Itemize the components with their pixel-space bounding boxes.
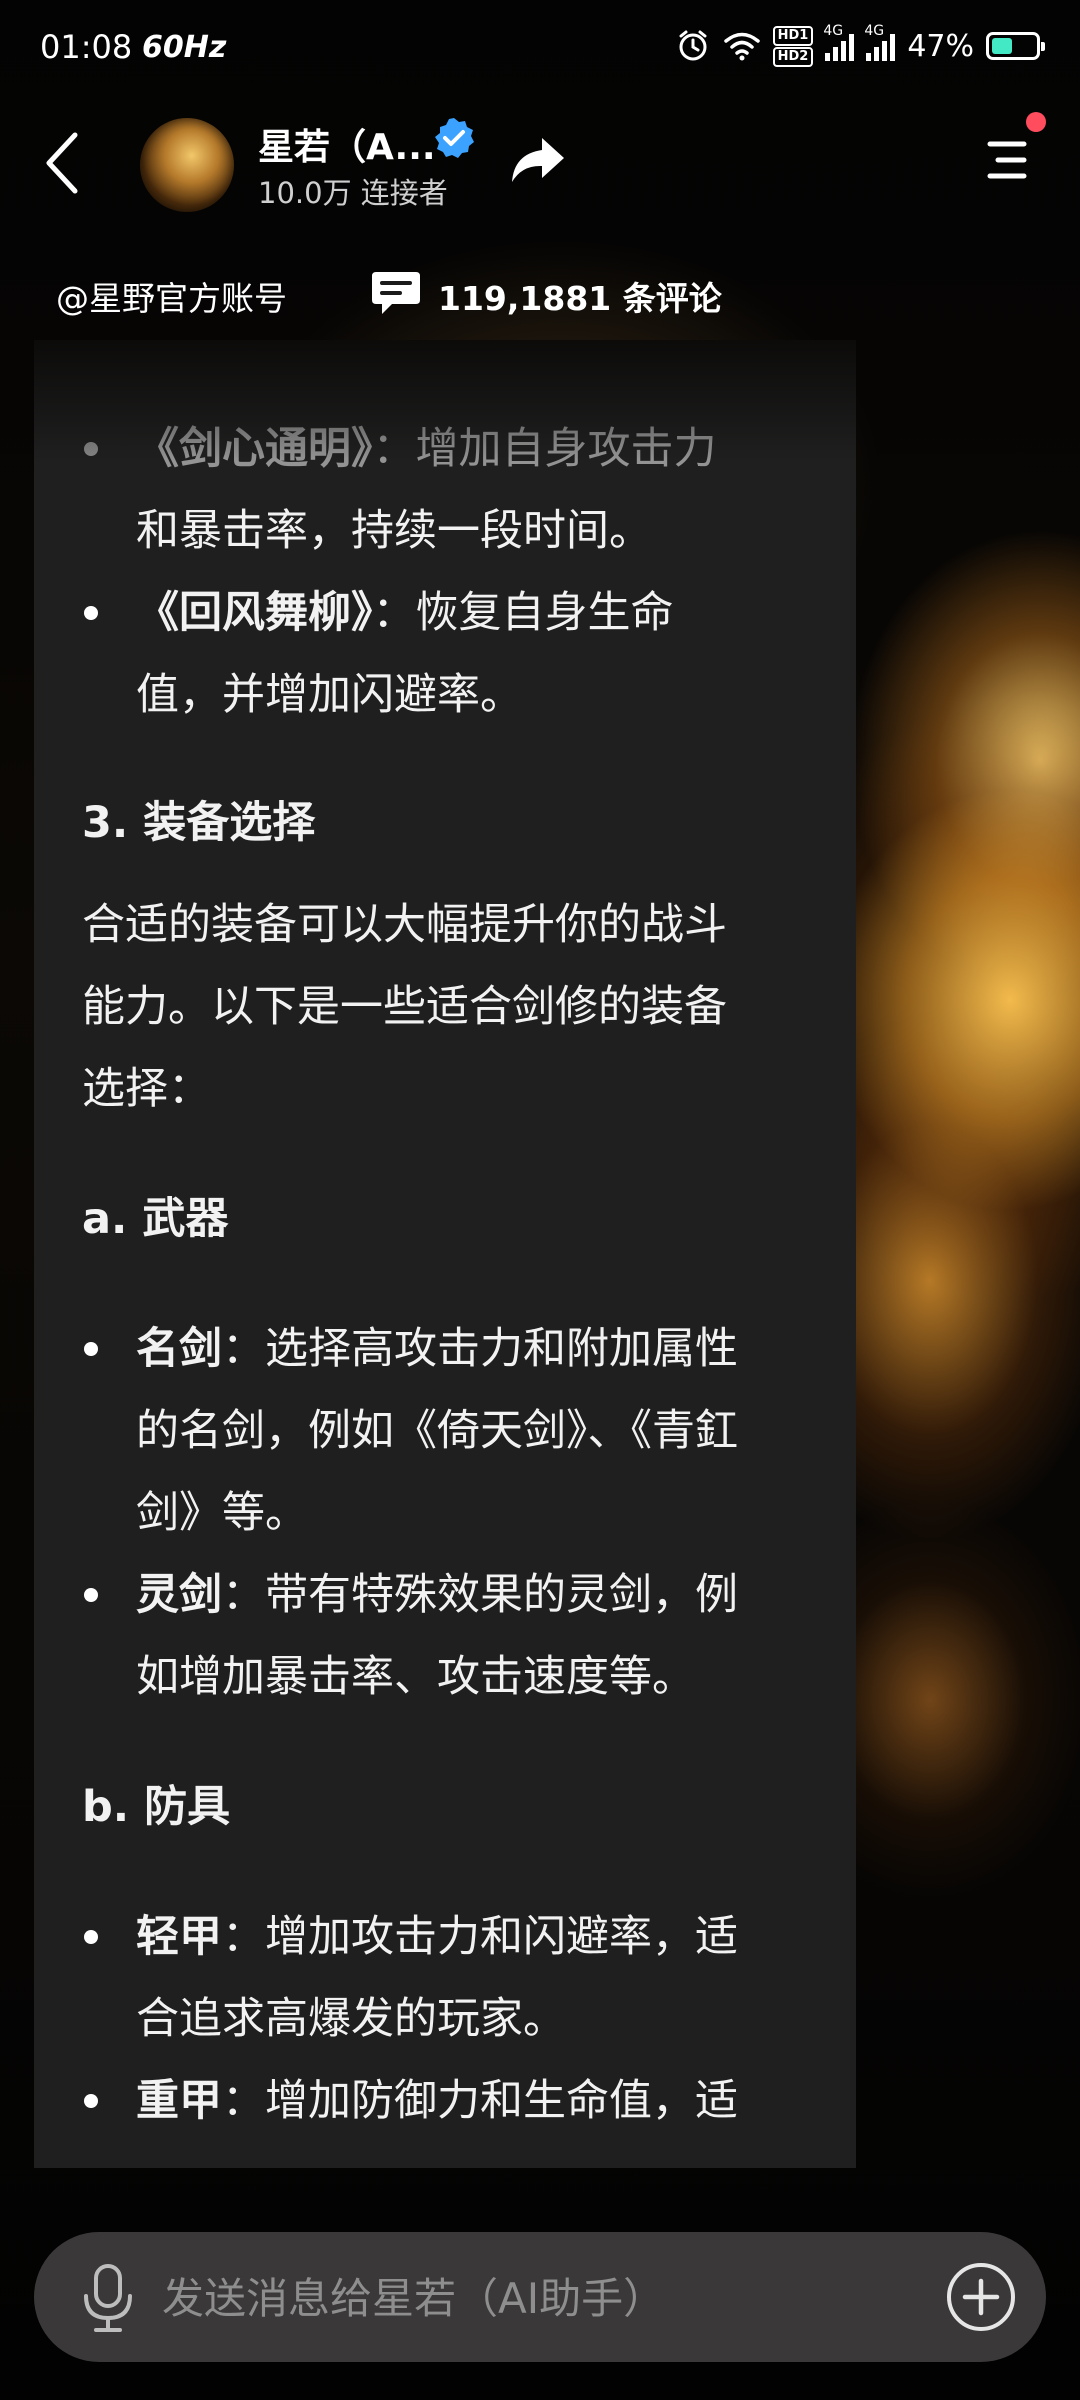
skill-desc: ：增加自身攻击力 bbox=[372, 424, 717, 474]
back-arrow-icon bbox=[46, 132, 78, 194]
item-desc: ：增加防御力和生命值，适 bbox=[222, 2076, 738, 2126]
subsection-heading: a. 武器 bbox=[82, 1194, 229, 1244]
skill-desc-cont: 值，并增加闪避率。 bbox=[136, 670, 523, 720]
notification-dot bbox=[1026, 112, 1046, 132]
menu-icon bbox=[987, 141, 1027, 179]
message-input-bar bbox=[34, 2232, 1046, 2362]
battery-icon bbox=[986, 32, 1045, 60]
item-desc-cont: 剑》等。 bbox=[136, 1488, 308, 1538]
comment-count[interactable]: 119,1881 条评论 bbox=[438, 272, 722, 320]
item-name: 重甲 bbox=[136, 2076, 222, 2126]
list-item: 《剑心通明》：增加自身攻击力 和暴击率，持续一段时间。 bbox=[82, 408, 822, 572]
wifi-icon bbox=[723, 32, 760, 61]
battery-fill bbox=[992, 38, 1012, 54]
message-content: 《剑心通明》：增加自身攻击力 和暴击率，持续一段时间。 《回风舞柳》：恢复自身生… bbox=[82, 408, 822, 2142]
item-desc: ：带有特殊效果的灵剑，例 bbox=[222, 1570, 738, 1620]
network-type-2: 4G bbox=[864, 23, 885, 39]
back-button[interactable] bbox=[28, 128, 98, 198]
skill-desc-cont: 和暴击率，持续一段时间。 bbox=[136, 506, 652, 556]
list-item: 《回风舞柳》：恢复自身生命 值，并增加闪避率。 bbox=[82, 572, 822, 736]
paragraph-line: 能力。以下是一些适合剑修的装备 bbox=[82, 982, 727, 1032]
item-desc-cont: 的名剑，例如《倚天剑》、《青釭 bbox=[136, 1406, 738, 1456]
avatar[interactable] bbox=[140, 118, 234, 212]
skill-name: 《剑心通明》 bbox=[136, 424, 373, 474]
official-account-link[interactable]: @星野官方账号 bbox=[56, 272, 287, 320]
status-time: 01:08 bbox=[40, 28, 133, 66]
status-icons: HD1 HD2 4G 4G 47% bbox=[675, 23, 1045, 67]
message-input[interactable] bbox=[160, 2262, 924, 2334]
item-desc: ：选择高攻击力和附加属性 bbox=[222, 1324, 738, 1374]
followers-count: 10.0万 连接者 bbox=[258, 176, 448, 210]
skill-desc: ：恢复自身生命 bbox=[372, 588, 674, 638]
info-row: @星野官方账号 119,1881 条评论 bbox=[0, 264, 1080, 324]
battery-percent: 47% bbox=[907, 28, 974, 64]
plus-circle-icon bbox=[947, 2263, 1015, 2331]
list-item: 灵剑：带有特殊效果的灵剑，例 如增加暴击率、攻击速度等。 bbox=[82, 1554, 822, 1718]
list-item: 重甲：增加防御力和生命值，适 bbox=[82, 2060, 822, 2142]
item-desc-cont: 合追求高爆发的玩家。 bbox=[136, 1994, 566, 2044]
skill-name: 《回风舞柳》 bbox=[136, 588, 373, 638]
item-name: 灵剑 bbox=[136, 1570, 222, 1620]
item-desc: ：增加攻击力和闪避率，适 bbox=[222, 1912, 738, 1962]
menu-button[interactable] bbox=[976, 130, 1036, 190]
list-item: 轻甲：增加攻击力和闪避率，适 合追求高爆发的玩家。 bbox=[82, 1896, 822, 2060]
alarm-icon bbox=[679, 30, 707, 61]
network-type-1: 4G bbox=[823, 23, 844, 39]
status-bar: 01:08 60Hz HD1 HD2 4G 4G 47% bbox=[0, 0, 1080, 100]
signal-icon-1: 4G bbox=[823, 23, 855, 61]
ai-message-card: 《剑心通明》：增加自身攻击力 和暴击率，持续一段时间。 《回风舞柳》：恢复自身生… bbox=[34, 340, 856, 2168]
verified-badge-icon bbox=[435, 118, 474, 158]
subsection-heading: b. 防具 bbox=[82, 1782, 231, 1832]
bot-name[interactable]: 星若（A... bbox=[258, 118, 436, 170]
chat-header: 星若（A... 10.0万 连接者 bbox=[0, 100, 1080, 240]
signal-icon-2: 4G bbox=[864, 23, 896, 61]
chat-screen: 01:08 60Hz HD1 HD2 4G 4G 47% 星若（A... 10.… bbox=[0, 0, 1080, 2400]
hd2-badge: HD2 bbox=[772, 46, 814, 67]
item-desc-cont: 如增加暴击率、攻击速度等。 bbox=[136, 1652, 695, 1702]
comment-icon[interactable] bbox=[370, 268, 422, 318]
voice-input-button[interactable] bbox=[78, 2262, 138, 2334]
attach-button[interactable] bbox=[944, 2260, 1018, 2334]
hd1-badge: HD1 bbox=[772, 25, 814, 46]
refresh-rate: 60Hz bbox=[142, 30, 227, 65]
item-name: 名剑 bbox=[136, 1324, 222, 1374]
list-item: 名剑：选择高攻击力和附加属性 的名剑，例如《倚天剑》、《青釭 剑》等。 bbox=[82, 1308, 822, 1554]
section-heading: 3. 装备选择 bbox=[82, 798, 316, 848]
share-arrow-icon bbox=[512, 138, 564, 182]
paragraph-line: 选择： bbox=[82, 1064, 211, 1114]
share-button[interactable] bbox=[506, 128, 570, 192]
item-name: 轻甲 bbox=[136, 1912, 222, 1962]
microphone-icon bbox=[84, 2264, 132, 2332]
hd-badges: HD1 HD2 bbox=[772, 25, 814, 67]
paragraph-line: 合适的装备可以大幅提升你的战斗 bbox=[82, 900, 727, 950]
